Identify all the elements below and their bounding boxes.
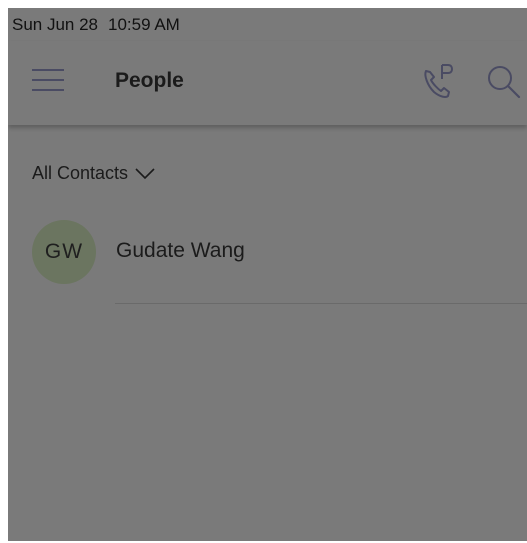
contact-name: Gudate Wang xyxy=(116,239,245,262)
contact-list-item[interactable]: GW Gudate Wang xyxy=(32,220,527,302)
list-divider xyxy=(115,303,527,304)
avatar: GW xyxy=(32,220,96,284)
status-bar: Sun Jun 28 10:59 AM xyxy=(8,8,527,41)
app-bar: People xyxy=(8,41,527,125)
call-park-icon[interactable] xyxy=(418,61,458,101)
menu-icon[interactable] xyxy=(30,65,66,95)
contacts-filter-label: All Contacts xyxy=(32,163,129,183)
chevron-down-icon xyxy=(135,167,155,179)
status-date: Sun Jun 28 xyxy=(12,14,99,34)
page-title: People xyxy=(115,69,184,92)
search-icon[interactable] xyxy=(483,61,523,101)
status-time: 10:59 AM xyxy=(108,14,180,34)
app-screen: Sun Jun 28 10:59 AM People All Contacts … xyxy=(8,8,527,541)
contacts-filter-dropdown[interactable]: All Contacts xyxy=(32,163,156,184)
